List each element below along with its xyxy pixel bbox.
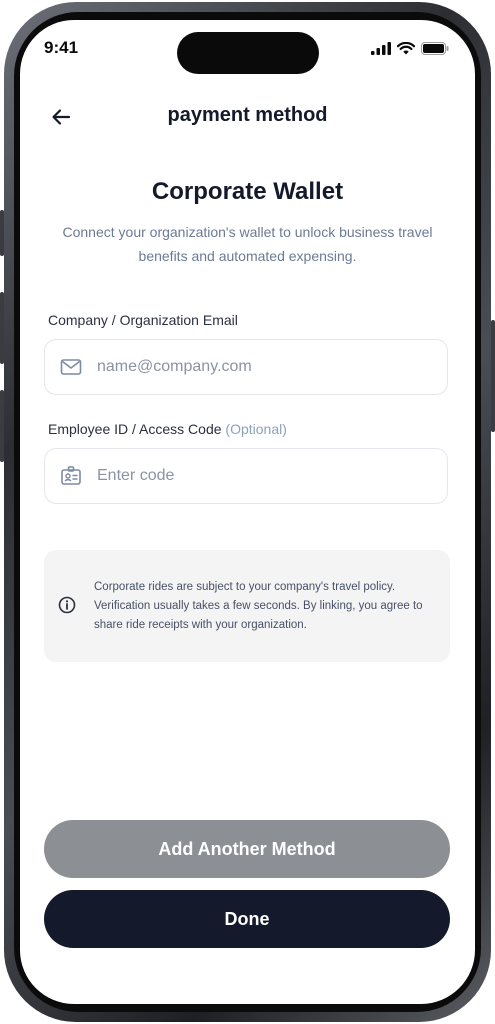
dynamic-island bbox=[177, 32, 319, 74]
hero-subtitle: Connect your organization's wallet to un… bbox=[62, 224, 433, 264]
notice-text: Corporate rides are subject to your comp… bbox=[94, 581, 423, 631]
optional-tag: (Optional) bbox=[225, 421, 287, 437]
wifi-icon bbox=[397, 42, 415, 55]
phone-volume-down-button bbox=[0, 390, 4, 462]
phone-action-button bbox=[0, 210, 4, 256]
status-time: 9:41 bbox=[44, 38, 79, 57]
email-input[interactable] bbox=[95, 357, 399, 377]
email-field-label: Company / Organization Email bbox=[48, 312, 238, 328]
hero-title: Corporate Wallet bbox=[151, 178, 344, 205]
add-another-method-button[interactable]: Add Another Method bbox=[44, 820, 450, 878]
status-icons bbox=[371, 42, 449, 55]
phone-power-button bbox=[491, 320, 495, 432]
phone-volume-up-button bbox=[0, 292, 4, 364]
code-field-label: Employee ID / Access Code (Optional) bbox=[48, 421, 287, 437]
id-badge-icon bbox=[59, 464, 83, 488]
battery-icon bbox=[421, 42, 449, 55]
phone-screen: 9:41 payment method Corporate Wallet Con… bbox=[20, 20, 475, 1004]
email-field[interactable] bbox=[44, 339, 448, 395]
code-field[interactable] bbox=[44, 448, 448, 504]
done-button[interactable]: Done bbox=[44, 890, 450, 948]
info-icon bbox=[58, 596, 76, 614]
code-input[interactable] bbox=[95, 466, 399, 486]
code-field-label-text: Employee ID / Access Code bbox=[48, 421, 222, 437]
page-title: payment method bbox=[167, 104, 328, 126]
mail-icon bbox=[59, 355, 83, 379]
policy-notice: Corporate rides are subject to your comp… bbox=[44, 550, 450, 662]
cellular-signal-icon bbox=[371, 42, 391, 55]
